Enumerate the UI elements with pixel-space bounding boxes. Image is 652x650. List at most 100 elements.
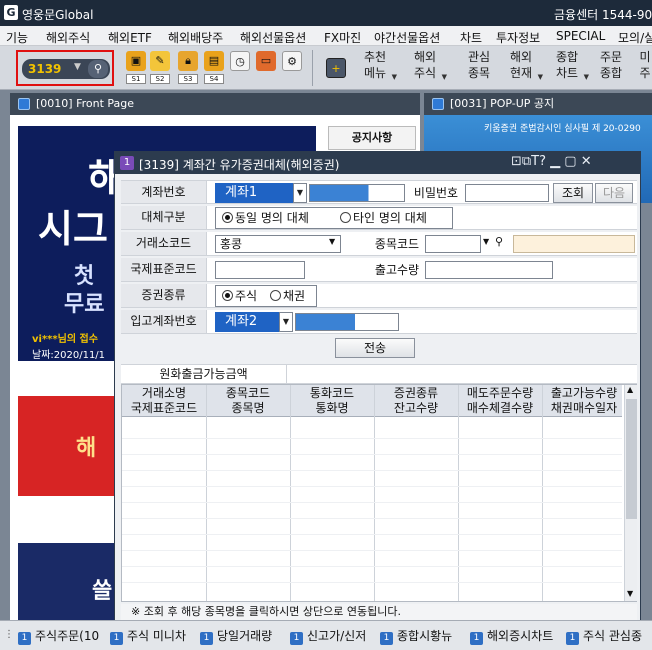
menu-item-mock[interactable]: 모의/실: [618, 29, 652, 46]
col-currency-name[interactable]: 통화명: [290, 401, 374, 416]
col-security-type[interactable]: 증권종류: [374, 386, 458, 401]
holdings-grid: 거래소명 종목코드 통화코드 증권종류 매도주문수량 출고가능수량 국제표준코드…: [121, 384, 637, 602]
promo-banner-stars[interactable]: 쓸: [18, 543, 118, 620]
monitor-icon[interactable]: ▭: [256, 51, 276, 71]
overseas-quote-button[interactable]: 해외 현재 ▼: [508, 49, 543, 87]
radio-other-owner[interactable]: 타인 명의 대체: [340, 208, 427, 228]
menu-item-overseas-dividend[interactable]: 해외배당주: [168, 29, 223, 46]
scrollbar-thumb[interactable]: [626, 399, 637, 519]
send-button[interactable]: 전송: [335, 338, 415, 358]
banner-headline-2: 시그: [38, 207, 108, 251]
front-page-header[interactable]: [0010] Front Page: [10, 93, 420, 115]
task-stock-minichart[interactable]: 1 주식 미니차: [110, 627, 196, 645]
table-row[interactable]: [122, 492, 622, 503]
menu-item-fx-margin[interactable]: FX마진: [324, 29, 361, 46]
radio-same-owner[interactable]: 동일 명의 대체: [222, 208, 309, 228]
composite-chart-button[interactable]: 종합 차트 ▼: [554, 49, 589, 87]
task-overseas-chart[interactable]: 1 해외증시차트: [470, 627, 562, 645]
account-select[interactable]: 계좌1: [215, 183, 293, 203]
radio-stock[interactable]: 주식: [222, 286, 257, 306]
add-screen-icon[interactable]: +: [326, 58, 346, 78]
menu-item-overseas-futures[interactable]: 해외선물옵션: [240, 29, 306, 46]
chevron-down-icon[interactable]: ▼: [483, 237, 489, 246]
task-watchlist[interactable]: 1 주식 관심종: [566, 627, 652, 645]
grid-scrollbar[interactable]: ▲ ▼: [624, 385, 637, 601]
table-row[interactable]: [122, 428, 622, 439]
watchlist-button[interactable]: 관심 종목: [466, 49, 492, 87]
col-buy-filled-qty[interactable]: 매수체결수량: [458, 401, 542, 416]
clock-icon[interactable]: ◷: [230, 51, 250, 71]
table-row[interactable]: [122, 540, 622, 551]
in-account-select[interactable]: 계좌2: [215, 312, 279, 332]
lock-icon[interactable]: 🔒︎: [178, 51, 198, 71]
col-sell-order-qty[interactable]: 매도주문수량: [458, 386, 542, 401]
task-new-high-low[interactable]: 1 신고가/신저: [290, 627, 376, 645]
row-security-type: 증권종류 주식 채권: [121, 284, 637, 308]
out-qty-input[interactable]: [425, 261, 553, 279]
table-row[interactable]: [122, 460, 622, 471]
radio-bond[interactable]: 채권: [270, 286, 305, 306]
menu-item-chart[interactable]: 차트: [460, 29, 482, 46]
slot-s3[interactable]: S3: [178, 74, 198, 84]
brush-icon[interactable]: ✎: [150, 51, 170, 71]
in-account-number-field[interactable]: [295, 313, 399, 331]
menu-item-functions[interactable]: 기능: [6, 29, 28, 46]
chevron-down-icon[interactable]: ▼: [293, 183, 307, 203]
search-icon[interactable]: ⚲: [88, 60, 108, 78]
security-type-group: 주식 채권: [215, 285, 317, 307]
menu-item-overseas-etf[interactable]: 해외ETF: [108, 29, 152, 46]
table-row[interactable]: [122, 508, 622, 519]
isin-input[interactable]: [215, 261, 305, 279]
col-balance-qty[interactable]: 잔고수량: [374, 401, 458, 416]
task-stock-order[interactable]: 1 주식주문(10: [18, 627, 104, 645]
gear-icon[interactable]: ⚙: [282, 51, 302, 71]
window-controls-icon[interactable]: ⊡⧉T? ▁ ▢ ✕: [511, 154, 592, 169]
table-row[interactable]: [122, 556, 622, 567]
screen-number-input[interactable]: 3139 ▼ ⚲: [22, 59, 110, 79]
col-available-out-qty[interactable]: 출고가능수량: [542, 386, 626, 401]
menu-item-special[interactable]: SPECIAL: [556, 29, 605, 43]
col-currency-code[interactable]: 통화코드: [290, 386, 374, 401]
menu-item-overseas-stock[interactable]: 해외주식: [46, 29, 90, 46]
password-field[interactable]: [465, 184, 549, 202]
order-composite-button[interactable]: 주문 종합: [598, 49, 624, 87]
task-daily-volume[interactable]: 1 당일거래량: [200, 627, 286, 645]
menu-item-night-futures[interactable]: 야간선물옵션: [374, 29, 440, 46]
popup-notice-header[interactable]: [0031] POP-UP 공지: [424, 93, 652, 115]
chevron-down-icon[interactable]: ▼: [279, 312, 293, 332]
account-number-field[interactable]: [309, 184, 405, 202]
overseas-stock-button[interactable]: 해외 주식 ▼: [412, 49, 447, 87]
recommended-menu-label: 추천 메뉴: [363, 50, 387, 80]
dialog-titlebar[interactable]: 1 [3139] 계좌간 유가증권대체(해외증권) ⊡⧉T? ▁ ▢ ✕: [115, 152, 640, 174]
col-stock-name[interactable]: 종목명: [206, 401, 290, 416]
col-isin[interactable]: 국제표준코드: [122, 401, 206, 416]
save-icon[interactable]: ▣: [126, 51, 146, 71]
col-stock-code[interactable]: 종목코드: [206, 386, 290, 401]
table-row[interactable]: [122, 476, 622, 487]
slot-s1[interactable]: S1: [126, 74, 146, 84]
col-exchange-name[interactable]: 거래소명: [122, 386, 206, 401]
next-button[interactable]: 다음: [595, 183, 633, 203]
chevron-down-icon[interactable]: ▼: [74, 62, 81, 72]
scroll-up-icon[interactable]: ▲: [627, 385, 633, 394]
window-icon: [432, 98, 444, 110]
us-stock-button[interactable]: 미 주: [638, 49, 652, 87]
scroll-down-icon[interactable]: ▼: [627, 589, 633, 598]
menu-item-invest-info[interactable]: 투자정보: [496, 29, 540, 46]
stock-code-input[interactable]: [425, 235, 481, 253]
promo-banner-red[interactable]: 해: [18, 396, 118, 496]
search-icon[interactable]: ⚲: [495, 235, 503, 248]
table-row[interactable]: [122, 444, 622, 455]
notice-tab[interactable]: 공지사항: [328, 126, 416, 150]
task-market-news[interactable]: 1 종합시황뉴: [380, 627, 466, 645]
recommended-menu-button[interactable]: 추천 메뉴 ▼: [362, 49, 397, 87]
exchange-select[interactable]: 홍콩: [215, 235, 341, 253]
inquiry-button[interactable]: 조회: [553, 183, 593, 203]
table-row[interactable]: [122, 524, 622, 535]
slot-s4[interactable]: S4: [204, 74, 224, 84]
print-icon[interactable]: ▤: [204, 51, 224, 71]
slot-s2[interactable]: S2: [150, 74, 170, 84]
col-bond-buy-date[interactable]: 채권매수일자: [542, 401, 626, 416]
chevron-down-icon[interactable]: ▼: [329, 237, 335, 246]
table-row[interactable]: [122, 572, 622, 583]
